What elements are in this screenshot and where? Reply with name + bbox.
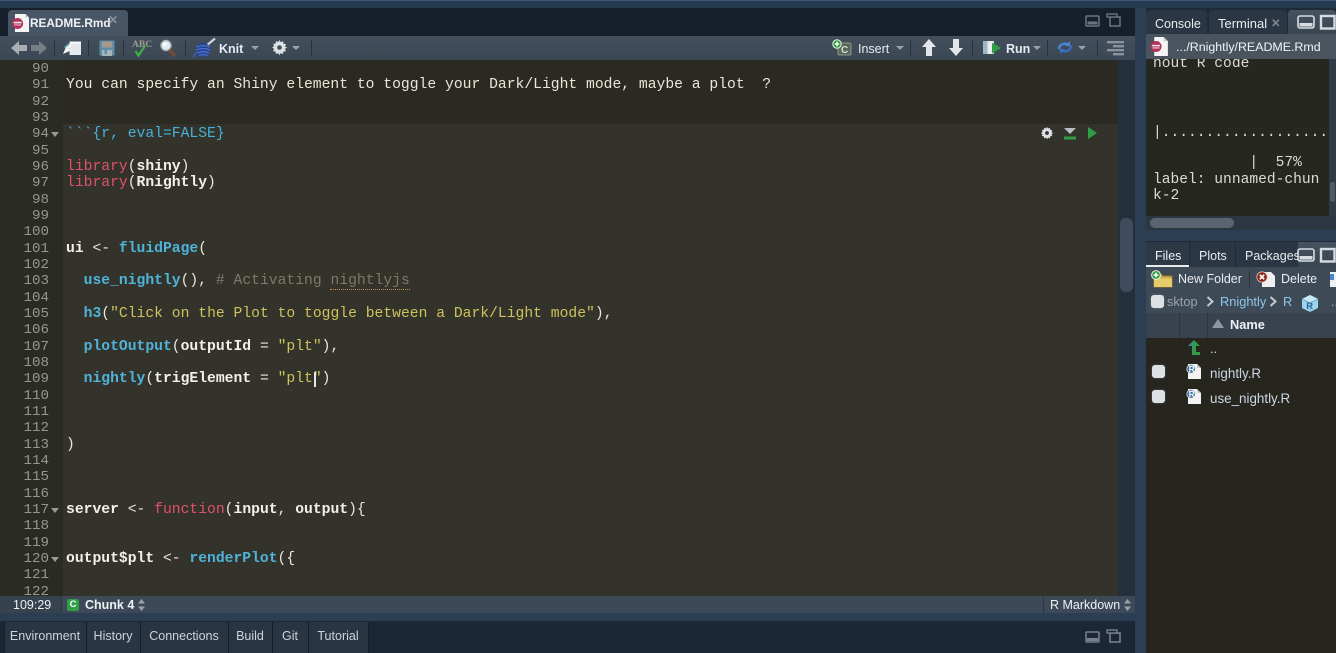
svg-text:C: C xyxy=(841,45,848,56)
svg-text:R: R xyxy=(1189,365,1195,374)
svg-text:R: R xyxy=(1189,390,1195,399)
svg-text:R: R xyxy=(1306,301,1313,312)
